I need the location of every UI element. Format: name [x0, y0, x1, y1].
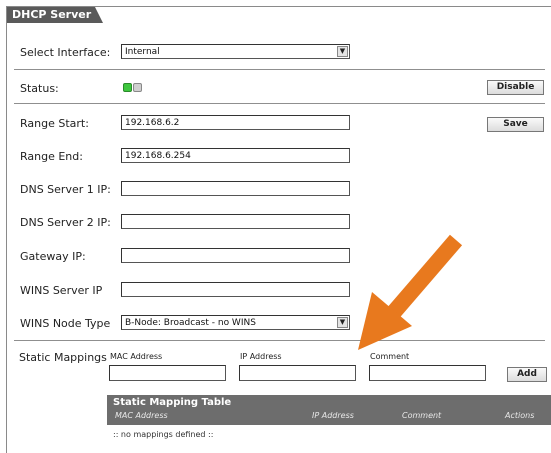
select-interface-label: Select Interface: [20, 46, 111, 59]
static-mappings-label: Static Mappings [19, 351, 107, 364]
wins-node-type-value: B-Node: Broadcast - no WINS [125, 318, 256, 328]
gateway-label: Gateway IP: [20, 250, 86, 263]
empty-table-message: :: no mappings defined :: [113, 430, 214, 439]
dns1-input[interactable] [121, 181, 350, 196]
add-button[interactable]: Add [507, 367, 547, 382]
orange-arrow-icon [358, 234, 463, 350]
column-header-mac: MAC Address [115, 411, 168, 420]
dns1-label: DNS Server 1 IP: [20, 183, 111, 196]
comment-input[interactable] [369, 365, 486, 381]
wins-node-type-label: WINS Node Type [20, 317, 111, 330]
column-header-actions: Actions [505, 411, 535, 420]
gray-led-icon [133, 83, 142, 92]
dns2-label: DNS Server 2 IP: [20, 216, 111, 229]
wins-server-input[interactable] [121, 282, 350, 297]
range-start-input[interactable]: 192.168.6.2 [121, 115, 350, 130]
dns2-input[interactable] [121, 214, 350, 229]
wins-node-type-select[interactable]: B-Node: Broadcast - no WINS ▼ [121, 315, 350, 330]
save-button[interactable]: Save [487, 117, 544, 132]
static-mapping-table-header: Static Mapping Table MAC Address IP Addr… [107, 395, 551, 425]
ip-address-label: IP Address [240, 352, 282, 361]
table-title: Static Mapping Table [113, 397, 232, 408]
gateway-input[interactable] [121, 248, 350, 263]
chevron-down-icon: ▼ [337, 46, 348, 57]
green-led-icon [123, 83, 132, 92]
mac-address-label: MAC Address [110, 352, 163, 361]
column-header-comment: Comment [402, 411, 442, 420]
divider [14, 103, 545, 104]
interface-select[interactable]: Internal ▼ [121, 44, 350, 59]
mac-address-input[interactable] [109, 365, 226, 381]
range-end-label: Range End: [20, 150, 83, 163]
divider [14, 69, 545, 70]
chevron-down-icon: ▼ [337, 317, 348, 328]
disable-button[interactable]: Disable [487, 80, 544, 95]
wins-server-label: WINS Server IP [20, 284, 103, 297]
ip-address-input[interactable] [239, 365, 356, 381]
status-label: Status: [20, 82, 59, 95]
interface-select-value: Internal [125, 47, 160, 57]
range-start-label: Range Start: [20, 117, 89, 130]
column-header-ip: IP Address [312, 411, 354, 420]
range-end-input[interactable]: 192.168.6.254 [121, 148, 350, 163]
panel-tab-title: DHCP Server [7, 7, 103, 23]
